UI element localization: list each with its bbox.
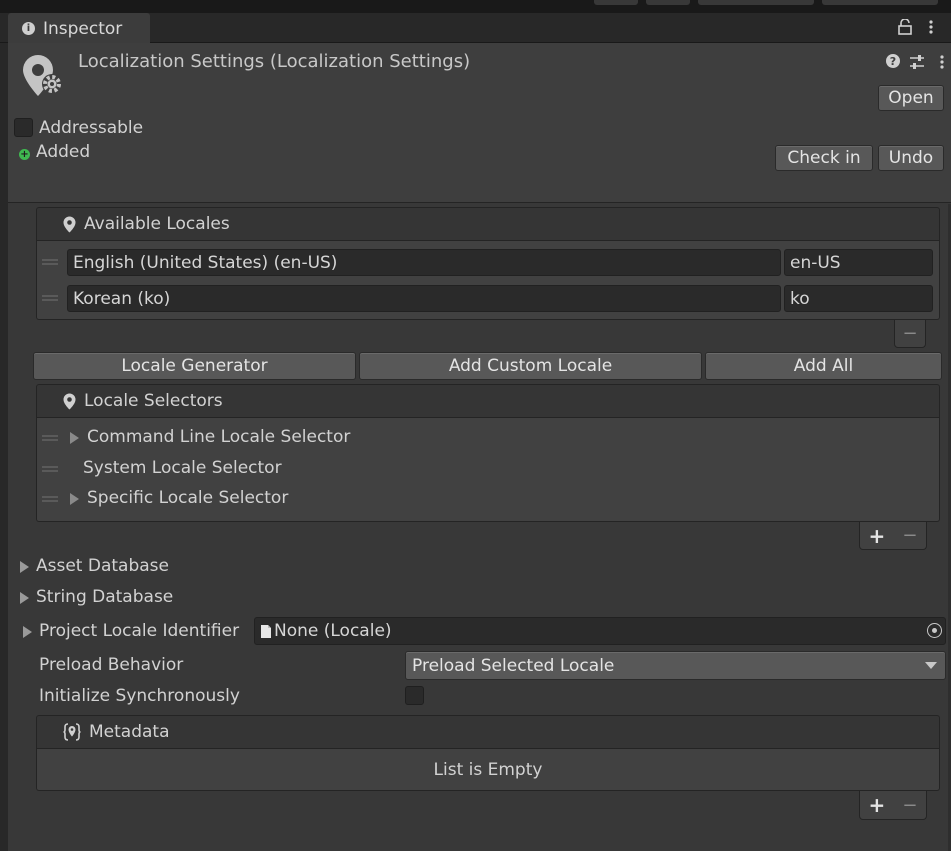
object-picker-icon[interactable] [927,623,942,638]
toolbar-button[interactable] [594,0,638,5]
remove-selector-button[interactable]: − [902,525,917,546]
string-database-foldout[interactable]: String Database [36,587,173,607]
addressable-label: Addressable [39,118,144,138]
expand-arrow-icon[interactable] [70,432,79,444]
toolbar-button[interactable] [822,0,938,5]
locale-selectors-footer: + − [859,522,927,550]
presets-icon[interactable] [909,54,925,70]
check-in-button[interactable]: Check in [775,145,873,171]
add-selector-button[interactable]: + [869,524,886,548]
info-icon: i [22,22,35,35]
drag-handle-icon[interactable] [42,259,58,265]
help-icon[interactable]: ? [886,54,900,68]
add-all-button[interactable]: Add All [705,352,942,380]
tab-inspector[interactable]: i Inspector [8,13,150,44]
toolbar-button[interactable] [646,0,690,5]
selector-item-label[interactable]: Command Line Locale Selector [87,427,350,447]
drag-handle-icon[interactable] [42,435,58,441]
open-button[interactable]: Open [878,85,944,111]
location-pin-icon [63,393,76,409]
expand-arrow-icon[interactable] [23,626,32,638]
page-title: Localization Settings (Localization Sett… [78,51,471,72]
project-locale-label: Project Locale Identifier [39,621,240,641]
undo-button[interactable]: Undo [878,145,944,171]
metadata-title: Metadata [89,722,170,742]
expand-arrow-icon[interactable] [20,561,29,573]
added-status-icon: + [19,148,30,160]
preload-behavior-value: Preload Selected Locale [412,655,615,676]
added-status-label: Added [36,142,91,162]
remove-locale-button[interactable]: − [902,323,917,344]
add-metadata-button[interactable]: + [869,793,886,817]
tab-label: Inspector [43,18,123,39]
location-pin-icon [63,216,76,232]
init-sync-checkbox[interactable] [405,686,424,705]
expand-arrow-icon[interactable] [70,493,79,505]
drag-handle-icon[interactable] [42,496,58,502]
localization-settings-icon [20,52,64,98]
available-locales-header: Available Locales [36,207,940,241]
metadata-empty-text: List is Empty [433,759,543,780]
locale-name-field[interactable]: English (United States) (en-US) [67,249,781,276]
selector-item-label[interactable]: Specific Locale Selector [87,488,288,508]
expand-arrow-icon[interactable] [20,592,29,604]
document-icon [261,624,271,638]
toolbar-button[interactable] [698,0,814,5]
metadata-icon [63,723,81,741]
metadata-footer: + − [859,791,927,820]
chevron-down-icon [925,662,937,669]
asset-database-foldout[interactable]: Asset Database [36,556,169,576]
init-sync-label: Initialize Synchronously [39,686,240,706]
locale-selectors-title: Locale Selectors [84,391,223,411]
more-options-icon[interactable] [928,19,934,35]
component-menu-icon[interactable] [939,54,945,70]
metadata-list: List is Empty [36,749,940,791]
remove-metadata-button[interactable]: − [902,795,917,816]
locale-name-field[interactable]: Korean (ko) [67,285,781,312]
addressable-checkbox[interactable] [14,118,33,137]
drag-handle-icon[interactable] [42,295,58,301]
locale-selectors-header: Locale Selectors [36,384,940,418]
left-gutter [0,43,8,851]
selector-item-label[interactable]: System Locale Selector [83,458,282,478]
preload-behavior-dropdown[interactable]: Preload Selected Locale [405,651,946,680]
locale-code-field[interactable]: ko [784,285,933,312]
preload-behavior-label: Preload Behavior [39,655,184,675]
locale-code-field[interactable]: en-US [784,249,933,276]
metadata-header: Metadata [36,715,940,749]
lock-icon[interactable] [898,18,912,35]
add-custom-locale-button[interactable]: Add Custom Locale [359,352,702,380]
available-locales-title: Available Locales [84,214,230,234]
available-locales-footer: − [894,320,926,348]
project-locale-object-field[interactable]: None (Locale) [254,617,946,645]
drag-handle-icon[interactable] [42,466,58,472]
project-locale-value: None (Locale) [274,621,392,641]
locale-generator-button[interactable]: Locale Generator [33,352,356,380]
